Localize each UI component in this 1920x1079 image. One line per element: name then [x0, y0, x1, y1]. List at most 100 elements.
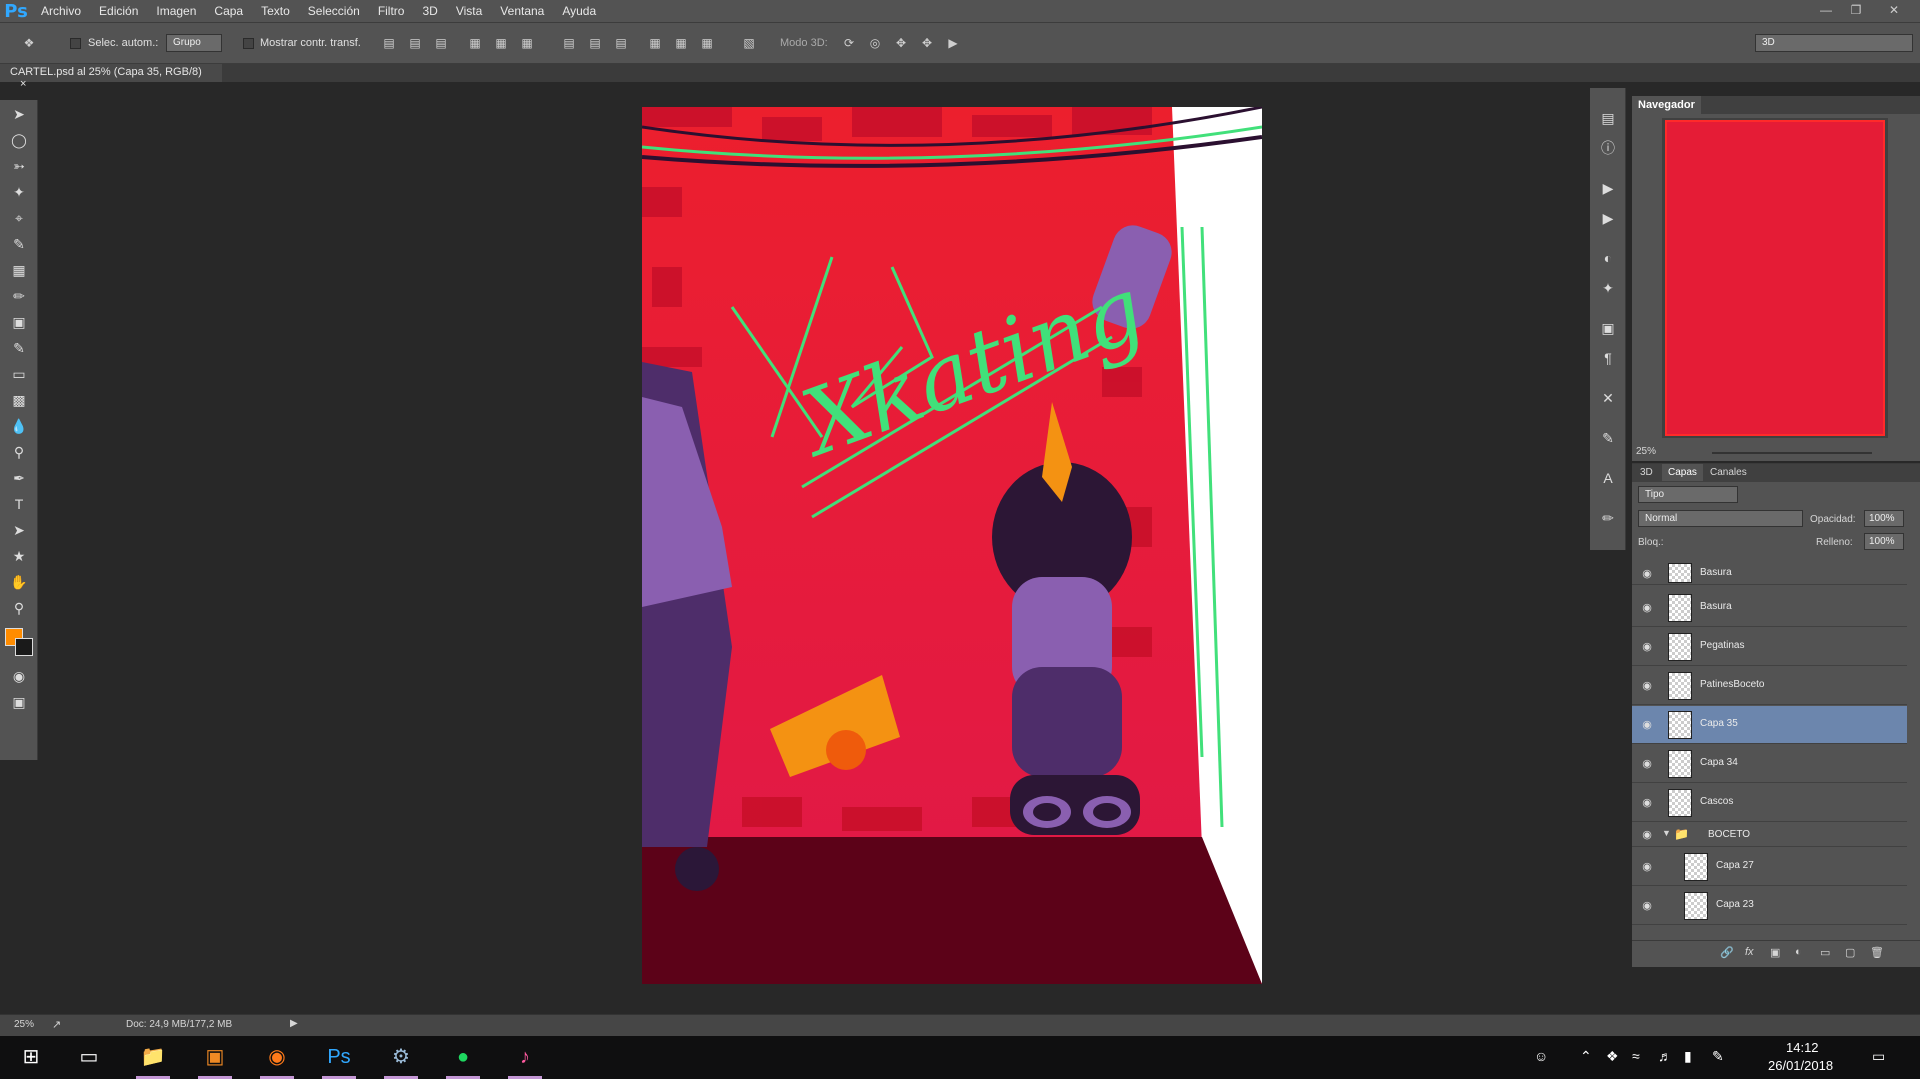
zoom-tool-icon[interactable]: ⚲	[9, 598, 29, 618]
menu-archivo[interactable]: Archivo	[32, 0, 90, 22]
task-view-icon[interactable]: ▭	[64, 1036, 114, 1079]
document-tab[interactable]: CARTEL.psd al 25% (Capa 35, RGB/8) ×	[0, 64, 222, 90]
navigator-zoom-value[interactable]: 25%	[1636, 446, 1656, 457]
itunes-icon[interactable]: ♪	[500, 1036, 550, 1079]
add-mask-icon[interactable]: ▣	[1770, 946, 1780, 959]
file-explorer-icon[interactable]: 📁	[128, 1036, 178, 1079]
eye-icon[interactable]: ◉	[1640, 899, 1654, 913]
status-menu-arrow-icon[interactable]: ▶	[290, 1018, 298, 1029]
adjustments-panel-icon[interactable]: ◐	[1598, 248, 1618, 268]
layer-row[interactable]: ◉ PatinesBoceto	[1632, 667, 1907, 705]
layer-row[interactable]: ◉ Capa 34	[1632, 745, 1907, 783]
adjustment-layer-icon[interactable]: ◐	[1795, 946, 1802, 958]
background-color-swatch[interactable]	[15, 638, 33, 656]
orbit-3d-icon[interactable]: ⟳	[840, 34, 858, 52]
status-zoom[interactable]: 25%	[14, 1019, 34, 1030]
volume-icon[interactable]: ♬	[1658, 1048, 1672, 1064]
notifications-icon[interactable]: ▭	[1872, 1048, 1885, 1065]
auto-select-checkbox[interactable]	[70, 38, 81, 49]
menu-seleccion[interactable]: Selección	[299, 0, 369, 22]
align-left-icon[interactable]: ▦	[466, 34, 484, 52]
navigator-view-box[interactable]	[1665, 120, 1885, 436]
eye-icon[interactable]: ◉	[1640, 567, 1654, 581]
wifi-icon[interactable]: ≈	[1632, 1048, 1640, 1064]
align-right-icon[interactable]: ▦	[518, 34, 536, 52]
new-layer-icon[interactable]: ▢	[1845, 946, 1855, 959]
eyedropper-tool-icon[interactable]: ✎	[9, 234, 29, 254]
pen-workspace-icon[interactable]: ✎	[1712, 1048, 1724, 1065]
eye-icon[interactable]: ◉	[1640, 718, 1654, 732]
healing-tool-icon[interactable]: ▦	[9, 260, 29, 280]
move-tool-preset-icon[interactable]: ❖	[20, 34, 38, 52]
layer-row-selected[interactable]: ◉ Capa 35	[1632, 706, 1907, 744]
distribute-top-icon[interactable]: ▤	[560, 34, 578, 52]
lasso-tool-icon[interactable]: ➳	[9, 156, 29, 176]
photoshop-taskbar-icon[interactable]: Ps	[314, 1036, 364, 1079]
auto-select-dropdown[interactable]: Grupo	[166, 34, 222, 52]
layer-row[interactable]: ◉ Pegatinas	[1632, 628, 1907, 666]
battery-icon[interactable]: ▮	[1684, 1048, 1692, 1065]
magic-wand-tool-icon[interactable]: ✦	[9, 182, 29, 202]
layer-row[interactable]: ◉ Basura	[1632, 563, 1907, 585]
eye-icon[interactable]: ◉	[1640, 828, 1654, 842]
type-tool-icon[interactable]: T	[9, 494, 29, 514]
sublime-text-icon[interactable]: ▣	[190, 1036, 240, 1079]
stamp-tool-icon[interactable]: ▣	[9, 312, 29, 332]
menu-capa[interactable]: Capa	[205, 0, 252, 22]
character-panel-icon[interactable]: A	[1598, 468, 1618, 488]
windows-start-icon[interactable]: ⊞	[6, 1036, 56, 1079]
align-bottom-icon[interactable]: ▤	[432, 34, 450, 52]
fx-icon[interactable]: fx	[1745, 946, 1754, 958]
clock-time[interactable]: 14:12	[1786, 1040, 1819, 1055]
info-panel-icon[interactable]: ⓘ	[1598, 138, 1618, 158]
close-icon[interactable]: ✕	[1880, 0, 1908, 22]
spotify-icon[interactable]: ●	[438, 1036, 488, 1079]
menu-texto[interactable]: Texto	[252, 0, 299, 22]
dodge-tool-icon[interactable]: ⚲	[9, 442, 29, 462]
tab-capas[interactable]: Capas	[1662, 464, 1703, 481]
menu-3d[interactable]: 3D	[413, 0, 446, 22]
eye-icon[interactable]: ◉	[1640, 860, 1654, 874]
distribute-left-icon[interactable]: ▦	[646, 34, 664, 52]
screen-mode-icon[interactable]: ▣	[9, 692, 29, 712]
restore-icon[interactable]: ❐	[1842, 0, 1870, 22]
dropbox-icon[interactable]: ❖	[1606, 1048, 1619, 1065]
layer-row[interactable]: ◉ Cascos	[1632, 784, 1907, 822]
scale-3d-icon[interactable]: ▶	[944, 34, 962, 52]
chevron-down-icon[interactable]: ▼	[1662, 828, 1671, 838]
show-hidden-icons-icon[interactable]: ⌃	[1580, 1048, 1592, 1065]
distribute-right-icon[interactable]: ▦	[698, 34, 716, 52]
shape-tool-icon[interactable]: ★	[9, 546, 29, 566]
link-layers-icon[interactable]: 🔗	[1720, 946, 1734, 959]
new-group-icon[interactable]: ▭	[1820, 946, 1830, 959]
fill-field[interactable]: 100%	[1864, 533, 1904, 550]
eye-icon[interactable]: ◉	[1640, 679, 1654, 693]
auto-align-icon[interactable]: ▧	[740, 34, 758, 52]
gradient-tool-icon[interactable]: ▩	[9, 390, 29, 410]
opacity-field[interactable]: 100%	[1864, 510, 1904, 527]
eraser-tool-icon[interactable]: ▭	[9, 364, 29, 384]
menu-ayuda[interactable]: Ayuda	[553, 0, 605, 22]
navigator-preview[interactable]	[1662, 118, 1888, 438]
align-top-icon[interactable]: ▤	[380, 34, 398, 52]
brush-presets-panel-icon[interactable]: ✏	[1598, 508, 1618, 528]
layer-row[interactable]: ◉ Capa 23	[1632, 887, 1907, 925]
menu-vista[interactable]: Vista	[447, 0, 491, 22]
quick-mask-icon[interactable]: ◉	[9, 666, 29, 686]
layer-filter-dropdown[interactable]: Tipo	[1638, 486, 1738, 503]
history-panel-icon[interactable]: ▤	[1598, 108, 1618, 128]
navigator-tab[interactable]: Navegador	[1632, 96, 1701, 114]
layer-group-row[interactable]: ◉ ▼ 📁 BOCETO	[1632, 823, 1907, 847]
hand-tool-icon[interactable]: ✋	[9, 572, 29, 592]
menu-filtro[interactable]: Filtro	[369, 0, 414, 22]
brush-tool-icon[interactable]: ✏	[9, 286, 29, 306]
styles-panel-icon[interactable]: ✦	[1598, 278, 1618, 298]
eye-icon[interactable]: ◉	[1640, 796, 1654, 810]
eye-icon[interactable]: ◉	[1640, 757, 1654, 771]
tab-canales[interactable]: Canales	[1710, 467, 1747, 478]
tab-3d[interactable]: 3D	[1640, 467, 1653, 478]
artwork-canvas[interactable]: Xkating	[642, 107, 1262, 984]
crop-tool-icon[interactable]: ⌖	[9, 208, 29, 228]
clock-date[interactable]: 26/01/2018	[1768, 1058, 1833, 1073]
people-icon[interactable]: ☺	[1534, 1048, 1548, 1064]
